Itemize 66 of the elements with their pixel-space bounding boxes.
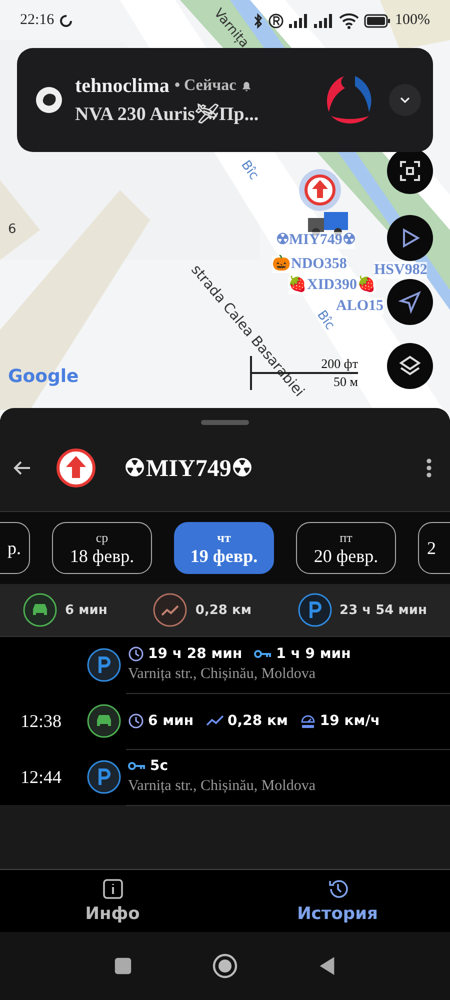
parking-icon	[298, 593, 332, 627]
sync-icon	[59, 14, 74, 28]
date-chip[interactable]: чт 19 февр.	[174, 522, 274, 574]
parking-icon	[87, 648, 121, 682]
date-chip[interactable]: р.	[0, 522, 30, 574]
home-button[interactable]	[212, 953, 238, 979]
notification-text: NVA 230 Auris🛩Пр...	[75, 102, 260, 126]
app-logo-icon	[35, 86, 63, 114]
building-drawing	[380, 0, 450, 50]
signal-icon	[289, 14, 309, 28]
navigation-button[interactable]	[387, 279, 433, 325]
bell-icon	[241, 80, 252, 92]
battery-icon	[364, 14, 390, 28]
back-nav-button[interactable]	[318, 956, 336, 976]
signal-icon	[314, 14, 334, 28]
notification-app-name: tehnoclima	[75, 74, 170, 98]
summary-value: 6 мин	[65, 602, 108, 618]
vehicle-marker-icon[interactable]	[298, 168, 342, 212]
address-text: Varnița str., Chișinău, Moldova	[128, 778, 316, 795]
key-icon	[254, 649, 272, 659]
car-icon	[87, 704, 121, 738]
wifi-icon	[339, 12, 359, 28]
address-text: Varnița str., Chișinău, Moldova	[128, 666, 316, 683]
nav-tab[interactable]: Инфо	[0, 870, 225, 932]
more-vertical-icon	[426, 456, 432, 480]
battery-percent: 100%	[395, 12, 430, 29]
vehicle-label[interactable]: 🍓XID390🍓	[288, 277, 376, 294]
map-attribution: Google	[8, 366, 79, 387]
notification-card[interactable]: tehnoclima • Сейчас NVA 230 Auris🛩Пр...	[17, 48, 433, 152]
max-speed-value: 19 км/ч	[320, 712, 380, 728]
vehicle-title: ☢MIY749☢	[124, 454, 254, 482]
vehicle-label[interactable]: 🎃NDO358	[272, 256, 347, 272]
scale-meters: 50 м	[334, 374, 358, 390]
engine-time-value: 5с	[150, 758, 168, 774]
recents-button[interactable]	[114, 957, 132, 975]
street-label: Bîc	[314, 308, 338, 333]
date-chip[interactable]: ср 18 февр.	[52, 522, 152, 574]
history-icon	[326, 878, 348, 900]
engine-time-value: 1 ч 9 мин	[276, 646, 351, 662]
status-time: 22:16	[20, 12, 54, 29]
distance-value: 0,28 км	[228, 712, 288, 728]
layers-icon	[398, 354, 422, 378]
summary-value: 23 ч 54 мин	[340, 602, 427, 618]
date-chip[interactable]: 2	[418, 522, 450, 574]
summary-value: 0,28 км	[195, 602, 252, 618]
info-icon	[102, 878, 124, 900]
parking-icon	[87, 760, 121, 794]
nav-tab[interactable]: История	[225, 870, 450, 932]
bluetooth-icon	[253, 12, 263, 28]
clock-icon	[128, 712, 144, 728]
key-icon	[128, 761, 146, 771]
street-label: 6	[8, 222, 16, 237]
date-chip[interactable]: пт 20 февр.	[296, 522, 396, 574]
drag-handle[interactable]	[201, 420, 249, 425]
event-time: 12:38	[19, 710, 62, 732]
clock-icon	[128, 646, 144, 662]
trend-line-icon	[206, 714, 224, 726]
navigation-arrow-icon	[398, 290, 422, 314]
car-icon	[23, 593, 58, 627]
focus-frame-icon	[398, 159, 422, 183]
event-time: 12:44	[19, 766, 62, 788]
registered-icon	[268, 12, 284, 28]
notification-time: • Сейчас	[174, 77, 236, 95]
duration-value: 6 мин	[148, 712, 194, 728]
street-label: Bîc	[238, 158, 262, 183]
duration-value: 19 ч 28 мин	[148, 646, 242, 662]
